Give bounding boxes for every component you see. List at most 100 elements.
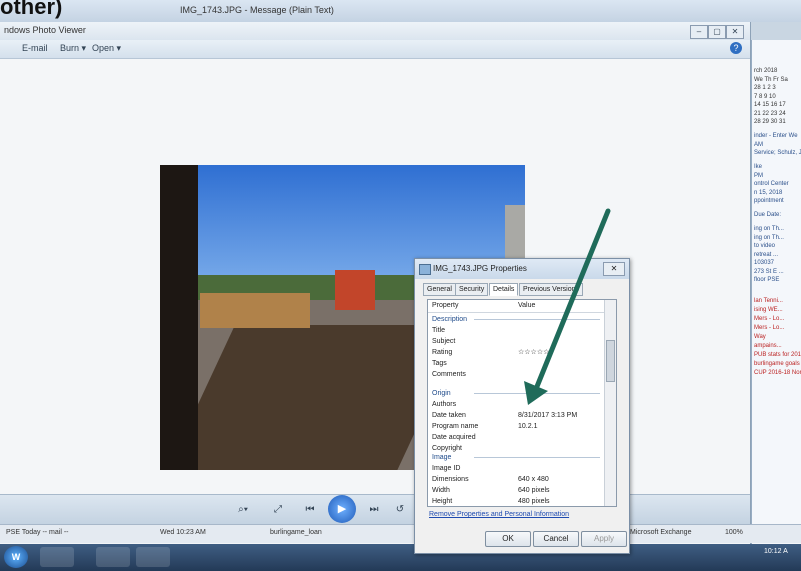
flagged-item[interactable]: CUP 2016-18 North Burnett — [754, 370, 801, 376]
viewer-titlebar: ndows Photo Viewer – ▢ ✕ — [0, 22, 750, 40]
property-name: Image ID — [432, 465, 461, 472]
property-name: Subject — [432, 338, 456, 345]
previous-button[interactable]: ⏮ — [298, 501, 322, 519]
property-value: 640 pixels — [518, 487, 550, 494]
section-image-label: Image — [432, 454, 452, 461]
outlook-todo-panel: rch 2018 We Th Fr Sa 28 1 2 3 7 8 9 10 14 1… — [751, 40, 801, 545]
todo-item[interactable]: floor PSE — [754, 277, 779, 283]
todo-item[interactable]: ing on Th... — [754, 235, 784, 241]
todo-item[interactable]: 273 St E ... — [754, 269, 784, 275]
menu-burn[interactable]: Burn ▾ — [60, 43, 86, 54]
property-row[interactable]: Width 640 pixels — [432, 486, 602, 496]
zoom-button[interactable]: ⌕▾ — [230, 501, 256, 519]
image-file-icon — [419, 264, 431, 275]
explorer-taskbar-icon[interactable] — [96, 547, 130, 567]
remove-properties-link[interactable]: Remove Properties and Personal Informati… — [429, 511, 569, 518]
property-row[interactable]: Image ID — [432, 464, 602, 474]
next-button[interactable]: ⏭ — [362, 501, 386, 519]
fit-button[interactable]: ⤢ — [268, 501, 288, 519]
minimize-button[interactable]: – — [690, 25, 708, 39]
todo-item[interactable]: ontrol Center — [754, 181, 789, 187]
viewer-title: ndows Photo Viewer — [4, 25, 86, 35]
todo-item[interactable]: 103037 — [754, 260, 774, 266]
section-origin-label: Origin — [432, 390, 451, 397]
outer-window-title: IMG_1743.JPG - Message (Plain Text) — [180, 5, 334, 15]
property-name: Title — [432, 327, 445, 334]
property-name: Height — [432, 498, 453, 505]
tab-details[interactable]: Details — [489, 283, 519, 296]
taskbar-clock: 10:12 A — [764, 548, 788, 555]
properties-title: IMG_1743.JPG Properties — [433, 264, 527, 273]
todo-item[interactable]: PM — [754, 173, 763, 179]
overlay-caption: other) — [0, 0, 63, 19]
flagged-item[interactable]: Way — [754, 334, 766, 340]
ok-button[interactable]: OK — [485, 531, 531, 547]
todo-item[interactable]: Due Date: — [754, 212, 781, 218]
status-date: Wed 10:23 AM — [160, 529, 206, 536]
photo-excavator — [335, 270, 375, 310]
todo-item: rch 2018 — [754, 68, 778, 74]
photo-taskbar-icon[interactable] — [136, 547, 170, 567]
slideshow-button[interactable]: ▶ — [328, 495, 356, 523]
todo-item: 28 29 30 31 — [754, 119, 786, 125]
todo-item[interactable]: ing on Th... — [754, 226, 784, 232]
maximize-button[interactable]: ▢ — [708, 25, 726, 39]
flagged-item[interactable]: lan Tenni... — [754, 298, 783, 304]
todo-item: 21 22 23 24 — [754, 110, 786, 117]
status-attachment[interactable]: burlingame_loan — [270, 529, 322, 536]
close-button[interactable]: ✕ — [726, 25, 744, 39]
flagged-item[interactable]: PUB stats for 2016 — [754, 352, 801, 358]
property-name: Date taken — [432, 412, 466, 419]
status-folder: PSE Today -- mail -- — [6, 529, 69, 536]
todo-item[interactable]: Service; Schulz, J — [754, 150, 801, 156]
todo-item[interactable]: AM — [754, 142, 763, 148]
photo-pole — [160, 165, 198, 470]
flagged-item[interactable]: Mers - Lo... — [754, 325, 784, 331]
flagged-item[interactable]: Mers - Lo... — [754, 316, 784, 322]
start-button[interactable]: W — [4, 546, 28, 568]
todo-item[interactable]: retreat ... — [754, 252, 778, 258]
todo-item[interactable]: inder - Enter We — [754, 133, 798, 139]
outer-window-titlebar: IMG_1743.JPG - Message (Plain Text) — [0, 0, 801, 22]
menu-email[interactable]: E-mail — [22, 43, 48, 53]
header-property[interactable]: Property — [432, 300, 458, 312]
flagged-item[interactable]: ampains... — [754, 343, 782, 349]
property-row[interactable]: Date acquired — [432, 433, 602, 443]
property-value: 640 x 480 — [518, 476, 549, 483]
todo-item[interactable]: n 15, 2018 — [754, 190, 782, 196]
section-description-label: Description — [432, 316, 468, 323]
property-name: Comments — [432, 371, 466, 378]
flagged-item[interactable]: ising WE... — [754, 307, 783, 313]
section-image: Image — [432, 452, 602, 463]
todo-item: 7 8 9 10 — [754, 93, 776, 100]
property-value: 480 pixels — [518, 498, 550, 505]
todo-item[interactable]: ppointment — [754, 198, 784, 204]
todo-item[interactable]: Ike — [754, 164, 762, 170]
cancel-button[interactable]: Cancel — [533, 531, 579, 547]
property-value: 10.2.1 — [518, 423, 538, 430]
outlook-taskbar-icon[interactable] — [40, 547, 74, 567]
help-icon[interactable]: ? — [730, 42, 742, 54]
property-row[interactable]: Dimensions 640 x 480 — [432, 475, 602, 485]
property-row[interactable]: Program name 10.2.1 — [432, 422, 602, 432]
menu-open[interactable]: Open ▾ — [92, 43, 121, 54]
apply-button[interactable]: Apply — [581, 531, 627, 547]
property-name: Rating — [432, 349, 453, 356]
status-zoom[interactable]: 100% — [725, 529, 743, 536]
tab-security[interactable]: Security — [455, 283, 489, 296]
todo-item[interactable]: to video — [754, 243, 775, 249]
property-name: Program name — [432, 423, 479, 430]
todo-item: 14 15 16 17 — [754, 102, 786, 108]
flagged-item[interactable]: burlingame goals 2017.docx — [754, 361, 801, 367]
tab-general[interactable]: General — [423, 283, 456, 296]
photo-lumber — [200, 293, 310, 328]
property-name: Tags — [432, 360, 447, 367]
status-exchange: Microsoft Exchange — [630, 529, 692, 536]
property-row[interactable]: Height 480 pixels — [432, 497, 602, 506]
viewer-toolbar: ⌕▾ ⤢ ⏮ ▶ ⏭ ↺ — [0, 494, 750, 525]
rotate-button[interactable]: ↺ — [392, 501, 408, 519]
annotation-arrow — [524, 208, 611, 405]
photo-viewer-window: ndows Photo Viewer – ▢ ✕ E-mail Burn ▾ O… — [0, 22, 751, 544]
todo-item: We Th Fr Sa — [754, 76, 788, 83]
property-name: Authors — [432, 401, 457, 408]
